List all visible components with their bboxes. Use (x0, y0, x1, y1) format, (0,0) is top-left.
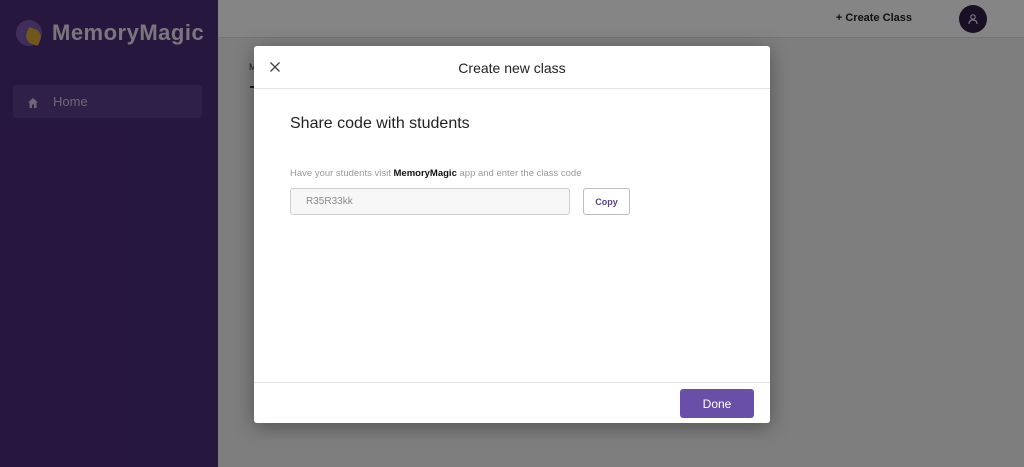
create-class-dialog: Create new class Share code with student… (254, 46, 770, 423)
dialog-footer-divider (254, 382, 770, 383)
section-heading: Share code with students (290, 115, 470, 132)
dialog-header: Create new class (254, 46, 770, 89)
copy-button[interactable]: Copy (583, 188, 630, 215)
instruction-app-name: MemoryMagic (393, 168, 457, 179)
dialog-title: Create new class (458, 60, 566, 76)
class-code-field[interactable] (290, 188, 570, 215)
done-button[interactable]: Done (680, 389, 754, 418)
instruction-prefix: Have your students visit (290, 168, 394, 179)
instruction-text: Have your students visit MemoryMagic app… (290, 168, 582, 179)
instruction-suffix: app and enter the class code (456, 168, 582, 179)
